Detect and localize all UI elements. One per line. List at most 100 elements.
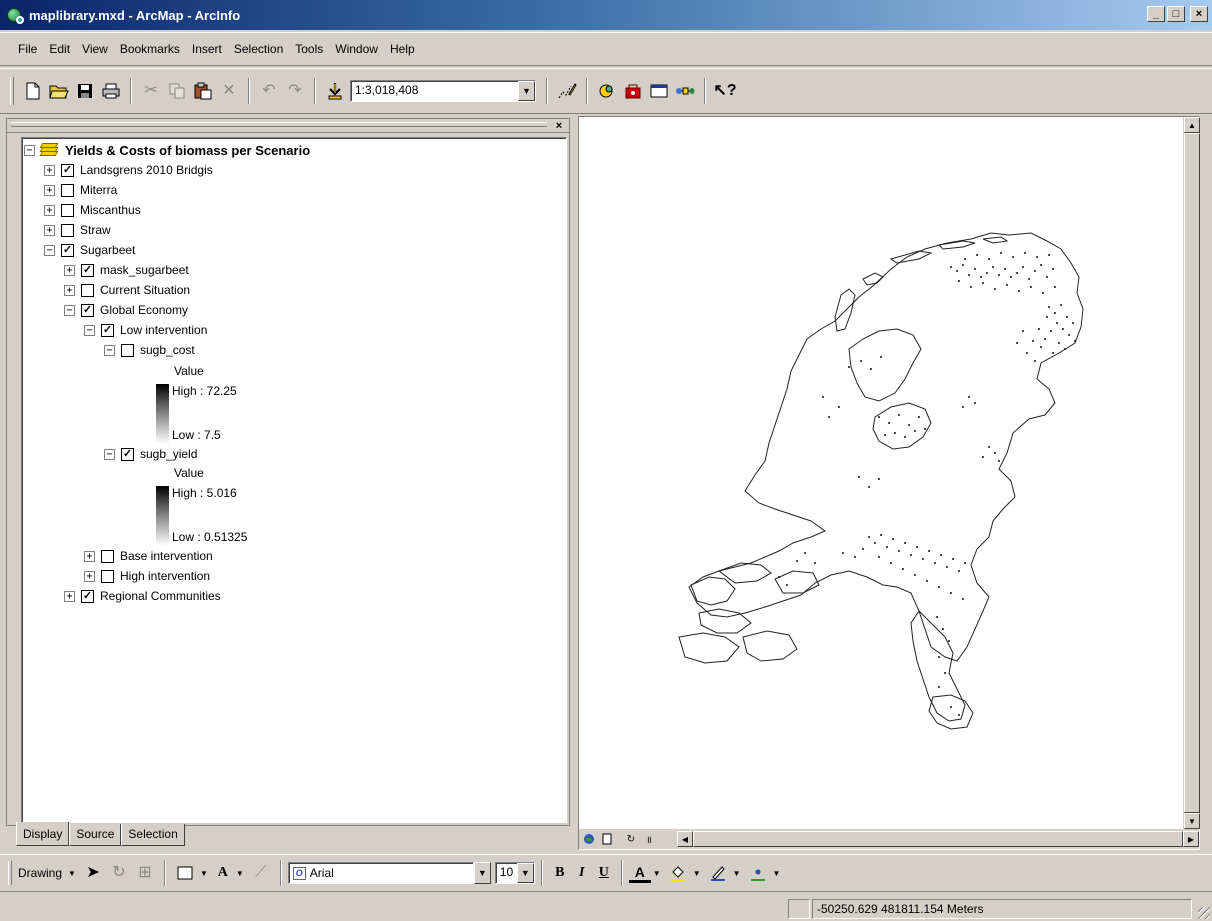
scroll-thumb[interactable] [1184, 133, 1200, 813]
expand-icon[interactable]: + [44, 224, 55, 236]
close-button[interactable]: × [1190, 6, 1208, 22]
scroll-right-icon[interactable]: ▶ [1183, 831, 1199, 847]
maximize-button[interactable]: □ [1167, 6, 1185, 22]
print-icon[interactable] [99, 78, 123, 104]
fill-color-icon[interactable] [666, 860, 690, 886]
marker-color-icon[interactable] [746, 860, 770, 886]
layer-row[interactable]: + Miscanthus [44, 200, 141, 220]
map-canvas[interactable] [579, 117, 1185, 829]
layer-checkbox[interactable] [101, 569, 114, 583]
chevron-down-icon[interactable]: ▼ [236, 869, 244, 878]
tree-root[interactable]: − Yields & Costs of biomass per Scenario [24, 140, 310, 160]
rotate-icon[interactable]: ↻ [107, 860, 131, 886]
layer-row[interactable]: + ✓ Regional Communities [64, 586, 221, 606]
pause-drawing-icon[interactable]: ॥ [641, 831, 657, 847]
layer-row[interactable]: + ✓ Landsgrens 2010 Bridgis [44, 160, 213, 180]
tab-selection[interactable]: Selection [121, 824, 185, 846]
collapse-icon[interactable]: − [24, 144, 35, 156]
layer-row[interactable]: + Current Situation [64, 280, 190, 300]
paste-icon[interactable] [191, 78, 215, 104]
cut-icon[interactable]: ✂ [139, 78, 163, 104]
menu-view[interactable]: View [76, 40, 114, 58]
layer-row[interactable]: + Miterra [44, 180, 117, 200]
expand-icon[interactable]: + [64, 264, 75, 276]
expand-icon[interactable]: + [44, 164, 55, 176]
expand-icon[interactable]: + [84, 550, 95, 562]
font-color-icon[interactable]: A [628, 863, 651, 883]
layer-checkbox[interactable] [61, 203, 74, 217]
font-size-combo[interactable]: 10 ▼ [494, 862, 535, 884]
menu-window[interactable]: Window [329, 40, 384, 58]
chevron-down-icon[interactable]: ▼ [516, 863, 534, 883]
map-horizontal-scrollbar[interactable]: ◀ ▶ [677, 831, 1199, 847]
layer-row[interactable]: + High intervention [84, 566, 210, 586]
layer-row[interactable]: − ✓ sugb_yield [104, 444, 197, 464]
font-size-value[interactable]: 10 [496, 863, 517, 883]
expand-icon[interactable]: + [44, 204, 55, 216]
layer-checkbox[interactable]: ✓ [81, 263, 94, 277]
drawing-menu-button[interactable]: Drawing [18, 866, 62, 880]
italic-button[interactable]: I [571, 861, 593, 885]
chevron-down-icon[interactable]: ▼ [518, 81, 535, 101]
menu-file[interactable]: File [12, 40, 43, 58]
editor-toolbar-icon[interactable] [555, 78, 579, 104]
scroll-down-icon[interactable]: ▼ [1184, 813, 1200, 829]
layer-checkbox[interactable]: ✓ [81, 303, 94, 317]
toolbar-grip[interactable] [8, 861, 12, 885]
chevron-down-icon[interactable]: ▼ [200, 869, 208, 878]
map-vertical-scrollbar[interactable]: ▲ ▼ [1183, 117, 1200, 829]
rectangle-icon[interactable] [173, 860, 197, 886]
collapse-icon[interactable]: − [64, 304, 75, 316]
font-combo[interactable]: O Arial [287, 862, 474, 884]
layer-row[interactable]: − sugb_cost [104, 340, 195, 360]
map-scale-combo[interactable]: 1:3,018,408 ▼ [350, 80, 536, 102]
tab-source[interactable]: Source [69, 824, 122, 846]
data-view-icon[interactable] [581, 831, 597, 847]
layer-checkbox[interactable] [101, 549, 114, 563]
layer-checkbox[interactable]: ✓ [81, 589, 94, 603]
delete-icon[interactable]: ✕ [217, 78, 241, 104]
layer-row[interactable]: − ✓ Sugarbeet [44, 240, 135, 260]
save-icon[interactable] [73, 78, 97, 104]
zoom-whole-page-icon[interactable]: ⊞ [133, 860, 157, 886]
tab-display[interactable]: Display [16, 822, 70, 846]
collapse-icon[interactable]: − [104, 448, 115, 460]
new-document-icon[interactable] [21, 78, 45, 104]
layout-view-icon[interactable] [599, 831, 615, 847]
layer-checkbox[interactable] [61, 183, 74, 197]
expand-icon[interactable]: + [44, 184, 55, 196]
collapse-icon[interactable]: − [44, 244, 55, 256]
bold-button[interactable]: B [549, 861, 571, 885]
chevron-down-icon[interactable]: ▼ [733, 869, 741, 878]
minimize-button[interactable]: _ [1147, 6, 1165, 22]
open-icon[interactable] [47, 78, 71, 104]
menu-tools[interactable]: Tools [289, 40, 329, 58]
layer-row[interactable]: − ✓ Low intervention [84, 320, 207, 340]
edit-vertices-icon[interactable]: ⟋ [249, 860, 273, 886]
whats-this-icon[interactable]: ↖? [713, 78, 737, 104]
layer-checkbox[interactable] [81, 283, 94, 297]
menu-edit[interactable]: Edit [43, 40, 76, 58]
chevron-down-icon[interactable]: ▼ [68, 869, 76, 878]
refresh-icon[interactable]: ↻ [623, 831, 639, 847]
toolbar-grip[interactable] [10, 77, 14, 105]
layer-checkbox[interactable]: ✓ [61, 163, 74, 177]
layer-row[interactable]: + ✓ mask_sugarbeet [64, 260, 189, 280]
modelbuilder-icon[interactable] [673, 78, 697, 104]
map-scale-value[interactable]: 1:3,018,408 [351, 81, 518, 101]
scroll-up-icon[interactable]: ▲ [1184, 117, 1200, 133]
layer-checkbox[interactable]: ✓ [101, 323, 114, 337]
arccatalog-icon[interactable] [595, 78, 619, 104]
chevron-down-icon[interactable]: ▼ [693, 869, 701, 878]
expand-icon[interactable]: + [64, 590, 75, 602]
layer-checkbox[interactable]: ✓ [61, 243, 74, 257]
menu-help[interactable]: Help [384, 40, 421, 58]
menu-insert[interactable]: Insert [186, 40, 228, 58]
toc-title-bar[interactable]: × [7, 119, 569, 133]
layer-row[interactable]: + Base intervention [84, 546, 213, 566]
chevron-down-icon[interactable]: ▼ [653, 869, 661, 878]
layer-row[interactable]: + Straw [44, 220, 111, 240]
layer-checkbox[interactable]: ✓ [121, 447, 134, 461]
toc-close-icon[interactable]: × [552, 120, 566, 132]
copy-icon[interactable] [165, 78, 189, 104]
